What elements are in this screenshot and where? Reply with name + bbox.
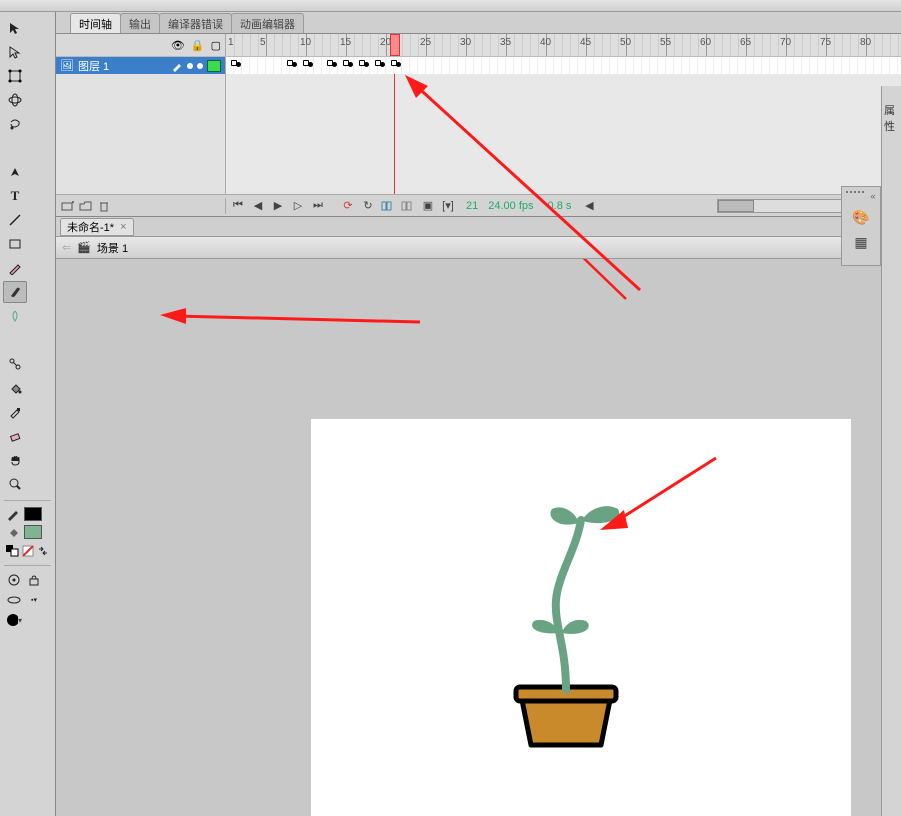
scroll-left-icon[interactable]: ◀ [581,198,597,214]
new-layer-icon[interactable] [60,198,76,214]
brush-shape-icon[interactable]: ▾ [6,612,22,628]
properties-tab[interactable]: 属性 [881,100,901,136]
loop-icon[interactable]: ↻ [360,198,376,214]
no-color-icon[interactable] [22,543,35,559]
close-icon[interactable]: × [120,221,126,233]
stroke-color-row [2,505,53,523]
paint-bucket-tool[interactable] [3,377,27,399]
layer-name: 图层 1 [78,58,109,74]
palette-icon[interactable]: 🎨 [852,209,869,226]
app-titlebar [0,0,901,12]
eyedropper-tool[interactable] [3,401,27,423]
pencil-layer-icon [171,60,183,72]
brush-mode-icon[interactable] [6,592,22,608]
current-frame-readout: 21 [460,200,484,212]
step-back-icon[interactable]: ◀ [250,198,266,214]
layer-row[interactable]: 🖼 图层 1 [56,57,226,74]
delete-layer-icon[interactable] [96,198,112,214]
right-dock[interactable]: « 🎨 ▦ [841,186,881,266]
fill-swatch[interactable] [24,525,42,539]
layer-icon: 🖼 [60,59,74,72]
scene-bar: ⇐ 🎬 场景 1 [56,237,901,259]
3d-rotation-tool[interactable] [3,89,27,111]
outline-icon[interactable]: ▢ [211,39,221,52]
new-folder-icon[interactable] [78,198,94,214]
fps-readout: 24.00 fps [488,200,533,212]
visibility-dot[interactable] [187,63,193,69]
tab-motion-editor[interactable]: 动画编辑器 [231,13,304,33]
scene-icon: 🎬 [77,241,91,254]
goto-last-icon[interactable]: ⏭ [310,198,326,214]
layer-color-swatch[interactable] [207,60,221,72]
selection-tool[interactable] [3,17,27,39]
stage-area[interactable] [56,259,901,816]
timeline-footer: ⏮ ◀ ▶ ▷ ⏭ ⟳ ↻ ▣ [▾] 21 24.00 fps 0.8 s ◀ [56,194,901,216]
tools-grid: T [2,16,53,496]
black-white-icon[interactable] [6,543,20,559]
brush-tool[interactable] [3,281,27,303]
goto-first-icon[interactable]: ⏮ [230,198,246,214]
plant-drawing [486,495,646,755]
line-tool[interactable] [3,209,27,231]
eye-icon[interactable]: 👁 [171,39,185,52]
step-forward-icon[interactable]: ▷ [290,198,306,214]
zoom-tool[interactable] [3,473,27,495]
document-tabs: 未命名-1* × [56,217,901,237]
play-icon[interactable]: ▶ [270,198,286,214]
timeline-header-icons: 👁 🔒 ▢ [56,34,226,56]
tab-timeline[interactable]: 时间轴 [70,13,121,33]
deco-tool[interactable] [3,305,27,327]
document-title: 未命名-1* [67,219,114,235]
lock-icon[interactable]: 🔒 [191,39,205,52]
onion-skin-icon[interactable] [380,198,396,214]
frame-strip[interactable] [226,57,901,74]
timeline-ruler[interactable]: 15101520253035404550556065707580 [226,34,901,56]
scene-label: 场景 1 [97,240,128,256]
edit-multiple-icon[interactable]: ▣ [420,198,436,214]
swap-colors-icon[interactable] [37,543,50,559]
right-strip [881,86,901,816]
tab-compiler-errors[interactable]: 编译器错误 [159,13,232,33]
dock-grip-icon[interactable]: « [846,191,876,201]
pen-tool[interactable] [3,161,27,183]
center-frame-icon[interactable]: ⟳ [340,198,356,214]
timeline-panel: 👁 🔒 ▢ 15101520253035404550556065707580 🖼… [56,34,901,217]
hand-tool[interactable] [3,449,27,471]
pencil-tool[interactable] [3,257,27,279]
text-tool[interactable]: T [3,185,27,207]
brush-size-dot[interactable]: ▪▾ [26,592,42,608]
rectangle-tool[interactable] [3,233,27,255]
elapsed-readout: 0.8 s [548,200,572,212]
swatches-icon[interactable]: ▦ [854,234,867,251]
modify-markers-icon[interactable]: [▾] [440,198,456,214]
lock-fill-icon[interactable] [26,572,42,588]
bone-tool[interactable] [3,353,27,375]
free-transform-tool[interactable] [3,65,27,87]
document-tab[interactable]: 未命名-1* × [60,218,134,236]
fill-color-row [2,523,53,541]
onion-outline-icon[interactable] [400,198,416,214]
pencil-mini-icon [6,507,20,521]
lock-dot[interactable] [197,63,203,69]
stroke-swatch[interactable] [24,507,42,521]
properties-label: 属性 [884,105,895,133]
tools-panel: T ▪▾ ▾ [0,12,56,816]
back-icon[interactable]: ⇐ [62,241,71,254]
bucket-mini-icon [6,525,20,539]
lasso-tool[interactable] [3,113,27,135]
snap-option-icon[interactable] [6,572,22,588]
tab-output[interactable]: 输出 [120,13,160,33]
eraser-tool[interactable] [3,425,27,447]
panel-tabs: 时间轴 输出 编译器错误 动画编辑器 [56,12,901,34]
subselection-tool[interactable] [3,41,27,63]
